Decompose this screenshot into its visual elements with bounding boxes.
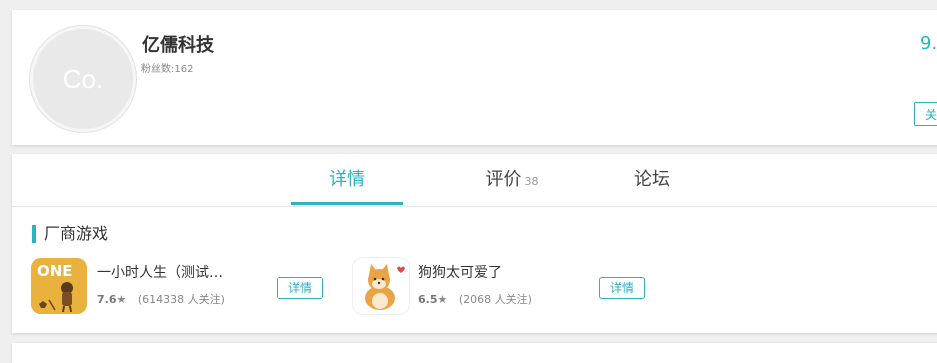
game-followers: (2068 人关注)	[458, 293, 532, 306]
one-hour-life-game-icon[interactable]: ONE	[31, 258, 87, 314]
shiba-dog-game-icon[interactable]	[353, 258, 409, 314]
game-title[interactable]: 狗狗太可爱了	[418, 262, 502, 282]
game-meta: 6.5★ (2068 人关注)	[418, 291, 532, 307]
game-title[interactable]: 一小时人生（测试…	[97, 262, 223, 282]
follow-button[interactable]: 关	[914, 102, 937, 126]
rating-star-icon: ★	[437, 293, 448, 306]
company-name: 亿儒科技	[142, 35, 214, 56]
section-heading: 厂商游戏	[32, 224, 108, 244]
fans-count: 162	[174, 64, 194, 75]
company-score: 9.	[920, 33, 937, 54]
tab-reviews[interactable]: 评价 38	[452, 154, 572, 206]
game-rating: 6.5	[418, 293, 438, 306]
tab-details-label: 详情	[329, 169, 365, 190]
tab-forum[interactable]: 论坛	[612, 154, 692, 206]
fans-count-row: 粉丝数:162	[141, 60, 193, 75]
fans-label: 粉丝数:	[141, 64, 175, 75]
game-followers: (614338 人关注)	[137, 293, 225, 306]
game-meta: 7.6★ (614338 人关注)	[97, 291, 225, 307]
company-avatar: Co.	[30, 26, 136, 132]
tab-bar: 详情 评价 38 论坛	[12, 154, 937, 207]
next-section-card	[12, 343, 937, 363]
svg-text:ONE: ONE	[37, 262, 73, 280]
tab-details[interactable]: 详情	[291, 154, 403, 206]
rating-star-icon: ★	[116, 293, 127, 306]
game-detail-button[interactable]: 详情	[599, 277, 645, 299]
tab-reviews-count: 38	[524, 175, 539, 188]
company-header-card: Co. 亿儒科技 粉丝数:162 9. 关	[12, 10, 937, 145]
tab-forum-label: 论坛	[634, 169, 670, 190]
section-accent-bar	[32, 225, 36, 243]
avatar-text: Co.	[62, 63, 104, 94]
game-rating: 7.6	[97, 293, 117, 306]
content-card: 详情 评价 38 论坛 厂商游戏 ONE 一小时人生（测试… 7.6★ (6143…	[12, 154, 937, 333]
tab-reviews-label: 评价	[485, 169, 522, 190]
active-tab-indicator	[291, 202, 403, 205]
section-title-text: 厂商游戏	[44, 224, 109, 243]
game-detail-button[interactable]: 详情	[277, 277, 323, 299]
